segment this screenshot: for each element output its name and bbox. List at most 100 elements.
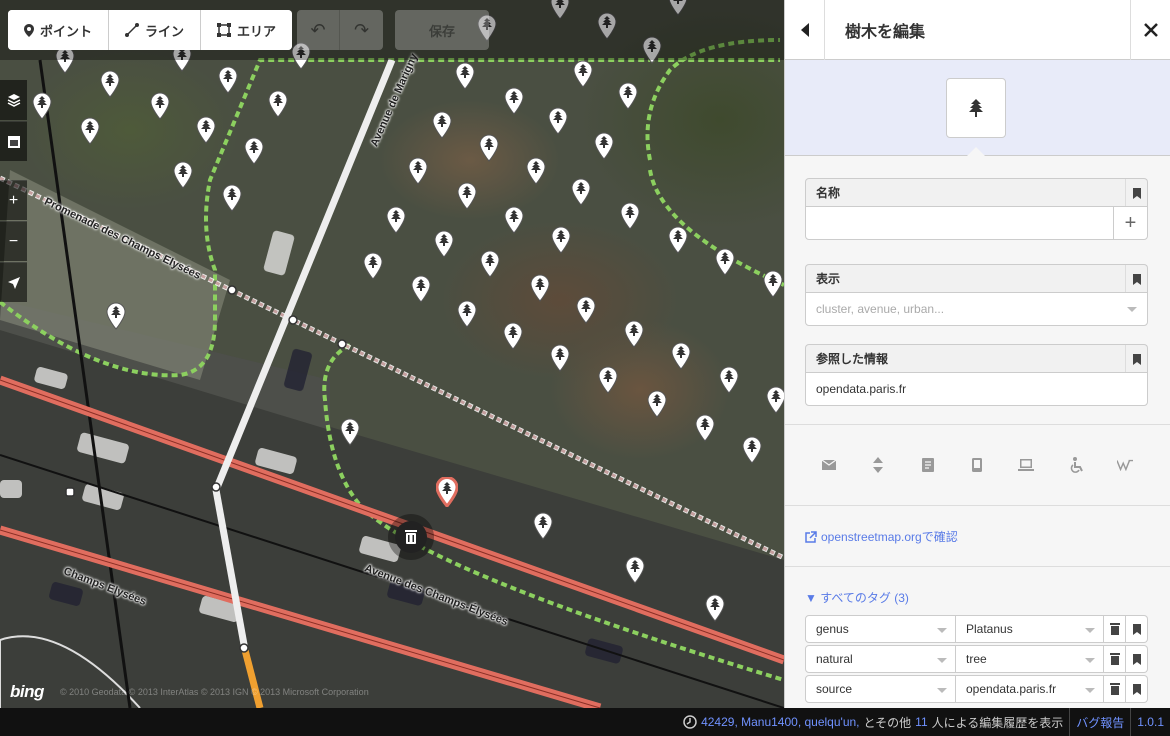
- tree-pin-icon[interactable]: [173, 161, 193, 189]
- tree-pin-icon[interactable]: [576, 296, 596, 324]
- tree-pin-icon[interactable]: [457, 182, 477, 210]
- close-button[interactable]: [1130, 0, 1170, 60]
- all-tags-toggle[interactable]: ▼ すべてのタグ (3): [805, 589, 909, 606]
- tree-pin-icon[interactable]: [434, 230, 454, 258]
- tree-pin-icon[interactable]: [100, 70, 120, 98]
- tree-pin-icon[interactable]: [480, 250, 500, 278]
- undo-button[interactable]: ↶: [297, 10, 340, 50]
- preset-button[interactable]: [946, 78, 1006, 138]
- tree-pin-icon[interactable]: [268, 90, 288, 118]
- tree-pin-icon[interactable]: [196, 116, 216, 144]
- save-button[interactable]: 保存: [395, 10, 489, 50]
- tag-info-button[interactable]: [1126, 645, 1148, 673]
- wikipedia-icon[interactable]: [1116, 457, 1133, 473]
- tree-pin-icon[interactable]: [533, 512, 553, 540]
- delete-tag-button[interactable]: [1104, 675, 1126, 703]
- redo-button[interactable]: ↷: [340, 10, 383, 50]
- note-icon[interactable]: [920, 457, 936, 473]
- delete-tag-button[interactable]: [1104, 615, 1126, 643]
- tree-pin-icon[interactable]: [504, 206, 524, 234]
- tree-pin-icon[interactable]: [647, 390, 667, 418]
- tree-pin-icon[interactable]: [455, 62, 475, 90]
- tree-pin-icon[interactable]: [80, 117, 100, 145]
- tree-pin-icon[interactable]: [624, 320, 644, 348]
- tree-pin-icon[interactable]: [719, 366, 739, 394]
- tree-pin-icon[interactable]: [222, 184, 242, 212]
- display-combo[interactable]: cluster, avenue, urban...: [805, 292, 1148, 326]
- elevation-icon[interactable]: [870, 457, 886, 473]
- tree-pin-icon[interactable]: [363, 252, 383, 280]
- bookmark-icon[interactable]: [1125, 345, 1147, 373]
- history-link[interactable]: 42429, Manu1400, quelqu'un, とその他 11 人による…: [677, 714, 1069, 731]
- zoom-in-button[interactable]: +: [0, 180, 27, 220]
- tree-pin-icon[interactable]: [411, 275, 431, 303]
- tree-pin-icon[interactable]: [705, 594, 725, 622]
- tree-pin-icon[interactable]: [594, 132, 614, 160]
- tree-pin-icon[interactable]: [503, 322, 523, 350]
- zoom-out-button[interactable]: −: [0, 221, 27, 261]
- tree-pin-icon[interactable]: [550, 344, 570, 372]
- tree-pin-icon[interactable]: [218, 66, 238, 94]
- tree-pin-icon[interactable]: [32, 92, 52, 120]
- tree-pin-icon[interactable]: [625, 556, 645, 584]
- tree-pin-icon[interactable]: [386, 206, 406, 234]
- tree-pin-icon[interactable]: [668, 226, 688, 254]
- tree-pin-icon[interactable]: [479, 134, 499, 162]
- email-icon[interactable]: [821, 457, 837, 473]
- tree-pin-icon[interactable]: [766, 386, 784, 414]
- tree-pin-icon[interactable]: [551, 226, 571, 254]
- delete-tag-button[interactable]: [1104, 645, 1126, 673]
- name-input[interactable]: +: [805, 206, 1148, 240]
- bug-report-link[interactable]: バグ報告: [1070, 714, 1130, 731]
- tree-pin-icon[interactable]: [742, 436, 762, 464]
- bookmark-icon[interactable]: [1125, 179, 1147, 207]
- tree-pin-icon[interactable]: [457, 300, 477, 328]
- background-settings-button[interactable]: [0, 80, 27, 120]
- tree-pin-icon[interactable]: [244, 137, 264, 165]
- tag-key-input[interactable]: source: [805, 675, 956, 703]
- map-canvas[interactable]: Avenue de Marigny Promenade des Champs E…: [0, 0, 784, 708]
- history-users[interactable]: 42429, Manu1400, quelqu'un,: [701, 715, 859, 729]
- tree-pin-icon[interactable]: [571, 178, 591, 206]
- website-icon[interactable]: [1018, 457, 1035, 473]
- geolocate-button[interactable]: [0, 262, 27, 302]
- selected-tree-pin-icon[interactable]: [436, 477, 458, 507]
- tree-pin-icon[interactable]: [695, 414, 715, 442]
- tree-pin-icon[interactable]: [432, 111, 452, 139]
- tree-pin-icon[interactable]: [150, 92, 170, 120]
- tree-pin-icon[interactable]: [598, 366, 618, 394]
- tag-value-input[interactable]: opendata.paris.fr: [956, 675, 1104, 703]
- bookmark-icon[interactable]: [1125, 265, 1147, 293]
- source-input[interactable]: opendata.paris.fr: [805, 372, 1148, 406]
- add-line-button[interactable]: ライン: [109, 10, 202, 50]
- delete-button[interactable]: [388, 514, 434, 560]
- tree-pin-icon[interactable]: [620, 202, 640, 230]
- add-point-button[interactable]: ポイント: [8, 10, 110, 50]
- map-data-button[interactable]: [0, 121, 27, 161]
- tree-pin-icon[interactable]: [408, 157, 428, 185]
- tree-pin-icon[interactable]: [618, 82, 638, 110]
- add-localized-name-button[interactable]: +: [1113, 207, 1147, 239]
- tree-pin-icon[interactable]: [504, 87, 524, 115]
- tree-pin-icon[interactable]: [573, 60, 593, 88]
- tag-info-button[interactable]: [1126, 675, 1148, 703]
- tree-pin-icon[interactable]: [530, 274, 550, 302]
- tree-pin-icon[interactable]: [763, 270, 783, 298]
- tag-value-input[interactable]: Platanus: [956, 615, 1104, 643]
- wheelchair-icon[interactable]: [1068, 457, 1084, 473]
- tag-value-input[interactable]: tree: [956, 645, 1104, 673]
- view-on-osm-link[interactable]: openstreetmap.orgで確認: [805, 528, 958, 545]
- tree-pin-icon[interactable]: [526, 157, 546, 185]
- add-area-button[interactable]: エリア: [201, 10, 293, 50]
- tree-pin-icon[interactable]: [715, 248, 735, 276]
- tag-info-button[interactable]: [1126, 615, 1148, 643]
- back-button[interactable]: [785, 0, 825, 60]
- tree-pin-icon[interactable]: [340, 418, 360, 446]
- version-link[interactable]: 1.0.1: [1131, 715, 1170, 729]
- tree-pin-icon[interactable]: [671, 342, 691, 370]
- phone-icon[interactable]: [969, 457, 985, 473]
- tree-pin-icon[interactable]: [548, 107, 568, 135]
- tag-key-input[interactable]: natural: [805, 645, 956, 673]
- tag-key-input[interactable]: genus: [805, 615, 956, 643]
- tree-pin-icon[interactable]: [106, 302, 126, 330]
